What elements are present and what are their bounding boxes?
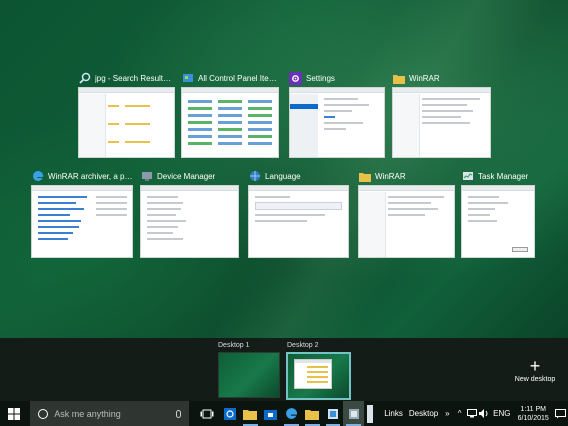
desktop-1-label: Desktop 1: [218, 342, 250, 349]
toolbar-overflow-icon[interactable]: »: [441, 401, 453, 426]
edge-icon: [31, 170, 44, 183]
task-view-window[interactable]: Task Manager: [461, 168, 535, 258]
task-view-button[interactable]: [197, 401, 218, 426]
file-explorer-icon: [243, 409, 258, 420]
folder-icon: [305, 409, 320, 420]
desktop-2-label: Desktop 2: [287, 342, 319, 349]
window-thumbnail[interactable]: [181, 87, 279, 158]
taskbar-file-explorer[interactable]: [240, 401, 261, 426]
window-thumbnail[interactable]: [461, 185, 535, 258]
microphone-icon[interactable]: [175, 409, 181, 418]
window-title: WinRAR archiver, a po...: [48, 171, 133, 181]
task-view-window[interactable]: WinRAR: [392, 70, 491, 158]
window-title: All Control Panel Items: [198, 73, 279, 83]
window-title: WinRAR: [409, 73, 440, 83]
network-icon[interactable]: [466, 401, 478, 426]
task-view-window[interactable]: WinRAR archiver, a po...: [31, 168, 133, 258]
taskbar-store[interactable]: [261, 401, 282, 426]
window-title: WinRAR: [375, 171, 406, 181]
desktop-toolbar[interactable]: Desktop: [406, 409, 441, 418]
taskbar-edge[interactable]: [281, 401, 302, 426]
window-thumbnail[interactable]: [248, 185, 349, 258]
notification-icon: [554, 408, 566, 418]
device-manager-icon: [140, 170, 153, 183]
volume-icon[interactable]: [478, 401, 490, 426]
clock-time: 1:11 PM: [520, 405, 546, 413]
language-icon: [248, 170, 261, 183]
folder-icon: [392, 72, 405, 85]
search-box[interactable]: Ask me anything: [30, 401, 189, 426]
chevron-up-icon[interactable]: ^: [453, 401, 465, 426]
window-thumbnail[interactable]: [140, 185, 239, 258]
window-thumbnail[interactable]: [392, 87, 491, 158]
search-folder-icon: [78, 72, 91, 85]
control-panel-icon: [181, 72, 194, 85]
task-view-window[interactable]: Device Manager: [140, 168, 239, 258]
task-view-icon: [200, 409, 214, 418]
virtual-desktops-bar: [0, 338, 568, 401]
task-view-window[interactable]: WinRAR: [358, 168, 455, 258]
input-language[interactable]: ENG: [490, 409, 513, 418]
taskbar-folder[interactable]: [302, 401, 323, 426]
window-thumbnail[interactable]: [358, 185, 455, 258]
desktop-2-thumbnail[interactable]: [286, 352, 351, 400]
task-view-window[interactable]: Language: [248, 168, 349, 258]
action-center-button[interactable]: [553, 401, 568, 426]
control-panel-icon: [327, 408, 338, 419]
window-thumbnail[interactable]: [78, 87, 175, 158]
new-desktop-label: New desktop: [514, 376, 556, 383]
window-thumbnail[interactable]: [289, 87, 385, 158]
windows-logo-icon: [8, 407, 21, 420]
clock-date: 6/10/2015: [517, 414, 549, 422]
system-clock[interactable]: 1:11 PM 6/10/2015: [513, 405, 552, 423]
window-thumbnail[interactable]: [31, 185, 133, 258]
window-title: Language: [265, 171, 301, 181]
task-view-window[interactable]: jpg - Search Results i...: [78, 70, 175, 158]
taskbar-control-panel[interactable]: [323, 401, 344, 426]
window-title: Device Manager: [157, 171, 216, 181]
folder-icon: [358, 170, 371, 183]
taskbar-window-icon: [348, 408, 359, 419]
store-icon: [264, 409, 278, 420]
cortana-icon: [38, 408, 49, 419]
app-icon: [223, 407, 236, 420]
new-desktop-button[interactable]: + New desktop: [512, 356, 558, 392]
gear-icon: [289, 71, 302, 85]
taskbar-active-window[interactable]: [343, 401, 364, 426]
taskbar: Ask me anything Links Desktop » ^ ENG 1:…: [0, 401, 568, 426]
window-title: jpg - Search Results i...: [95, 73, 175, 83]
start-button[interactable]: [0, 401, 28, 426]
search-placeholder: Ask me anything: [54, 408, 121, 419]
plus-icon: +: [529, 356, 541, 376]
task-view-window[interactable]: All Control Panel Items: [181, 70, 279, 158]
window-title: Settings: [306, 73, 335, 83]
taskbar-extra-window[interactable]: [364, 401, 375, 426]
window-title: Task Manager: [478, 171, 529, 181]
desktop-1-thumbnail[interactable]: [218, 352, 280, 398]
edge-icon: [286, 408, 298, 419]
links-toolbar[interactable]: Links: [381, 409, 406, 418]
taskbar-app[interactable]: [219, 401, 240, 426]
task-manager-icon: [461, 170, 474, 183]
task-view-window[interactable]: Settings: [289, 70, 385, 158]
